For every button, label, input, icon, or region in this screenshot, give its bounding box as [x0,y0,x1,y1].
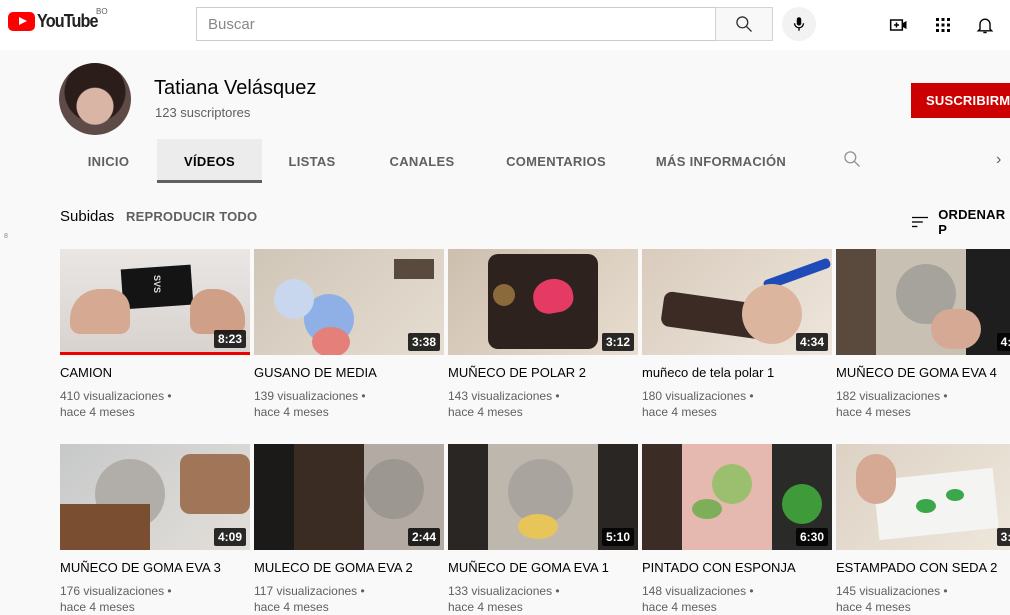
video-thumbnail[interactable]: 4:1 [836,249,1010,355]
video-duration: 3:2 [996,528,1010,546]
shelf-title: Subidas [60,208,115,225]
video-views: 148 visualizaciones • [642,584,754,598]
video-item[interactable]: 3:38 GUSANO DE MEDIA 139 visualizaciones… [254,249,444,420]
video-views: 176 visualizaciones • [60,584,172,598]
youtube-logo[interactable]: YouTube [8,11,104,32]
region-code: BO [96,7,108,16]
video-age: hace 4 meses [60,405,135,419]
video-item[interactable]: 4:34 muñeco de tela polar 1 180 visualiz… [642,249,832,420]
video-title[interactable]: muñeco de tela polar 1 [642,365,832,380]
video-item[interactable]: 3:2 ESTAMPADO CON SEDA 2 145 visualizaci… [836,444,1010,615]
channel-header: Tatiana Velásquez 123 suscriptores SUSCR… [0,50,1010,183]
video-title[interactable]: PINTADO CON ESPONJA [642,560,832,575]
sort-icon [912,216,929,228]
video-views: 180 visualizaciones • [642,389,754,403]
video-duration: 4:34 [795,333,828,351]
video-item[interactable]: 2:44 MULECO DE GOMA EVA 2 117 visualizac… [254,444,444,615]
video-views: 143 visualizaciones • [448,389,560,403]
edge-marker: 8 [4,233,8,240]
subscribe-button[interactable]: SUSCRIBIRME [911,83,1010,118]
video-title[interactable]: MUÑECO DE GOMA EVA 3 [60,560,250,575]
create-video-button[interactable] [887,13,911,37]
video-thumbnail[interactable]: 4:34 [642,249,832,355]
video-item[interactable]: 4:1 MUÑECO DE GOMA EVA 4 182 visualizaci… [836,249,1010,420]
microphone-icon [793,17,805,31]
video-item[interactable]: 4:09 MUÑECO DE GOMA EVA 3 176 visualizac… [60,444,250,615]
video-camera-plus-icon [889,19,907,31]
video-duration: 8:23 [213,330,246,348]
voice-search-button[interactable] [782,7,816,41]
tab-canales[interactable]: CANALES [362,139,482,183]
search-placeholder: Buscar [208,15,255,33]
video-title[interactable]: GUSANO DE MEDIA [254,365,444,380]
video-thumbnail[interactable]: 6:30 [642,444,832,550]
subscriber-count: 123 suscriptores [155,105,251,120]
video-title[interactable]: CAMION [60,365,250,380]
sort-button[interactable]: ORDENAR P [912,207,1010,237]
sort-label: ORDENAR P [938,207,1006,237]
notifications-button[interactable] [973,13,997,37]
masthead: YouTube BO Buscar [0,0,1010,50]
bell-icon [976,18,994,34]
video-views: 139 visualizaciones • [254,389,366,403]
video-title[interactable]: MUÑECO DE GOMA EVA 4 [836,365,1010,380]
chevron-right-icon[interactable]: › [996,151,1001,169]
video-duration: 2:44 [407,528,440,546]
tab-videos[interactable]: VÍDEOS [157,139,262,183]
search-icon [736,16,752,32]
tab-mas-informacion[interactable]: MÁS INFORMACIÓN [630,139,812,183]
video-views: 410 visualizaciones • [60,389,172,403]
youtube-play-icon [8,12,35,31]
video-thumbnail[interactable]: SVS 8:23 [60,249,250,355]
video-duration: 6:30 [795,528,828,546]
videos-content: 8 Subidas REPRODUCIR TODO ORDENAR P SVS … [0,183,1010,615]
video-title[interactable]: ESTAMPADO CON SEDA 2 [836,560,1010,575]
apps-button[interactable] [931,13,955,37]
search-button[interactable] [715,7,773,41]
channel-search-icon[interactable] [842,149,862,169]
video-age: hace 4 meses [448,405,523,419]
video-thumbnail[interactable]: 5:10 [448,444,638,550]
video-duration: 3:38 [407,333,440,351]
video-age: hace 4 meses [642,405,717,419]
video-thumbnail[interactable]: 2:44 [254,444,444,550]
video-duration: 4:1 [996,333,1010,351]
channel-tabs: INICIO VÍDEOS LISTAS CANALES COMENTARIOS… [0,139,1010,183]
video-views: 145 visualizaciones • [836,584,948,598]
video-title[interactable]: MUÑECO DE GOMA EVA 1 [448,560,638,575]
video-item[interactable]: 3:12 MUÑECO DE POLAR 2 143 visualizacion… [448,249,638,420]
video-thumbnail[interactable]: 3:38 [254,249,444,355]
video-views: 133 visualizaciones • [448,584,560,598]
video-item[interactable]: 6:30 PINTADO CON ESPONJA 148 visualizaci… [642,444,832,615]
video-age: hace 4 meses [836,405,911,419]
logo-text: YouTube [37,11,98,31]
video-title[interactable]: MUÑECO DE POLAR 2 [448,365,638,380]
video-age: hace 4 meses [254,405,329,419]
tab-comentarios[interactable]: COMENTARIOS [482,139,630,183]
tab-inicio[interactable]: INICIO [60,139,157,183]
video-item[interactable]: 5:10 MUÑECO DE GOMA EVA 1 133 visualizac… [448,444,638,615]
video-item[interactable]: SVS 8:23 CAMION 410 visualizaciones • ha… [60,249,250,420]
video-title[interactable]: MULECO DE GOMA EVA 2 [254,560,444,575]
video-duration: 3:12 [601,333,634,351]
search-input[interactable]: Buscar [196,7,715,41]
apps-grid-icon [936,18,950,32]
video-thumbnail[interactable]: 3:2 [836,444,1010,550]
watch-progress-bar [60,352,250,355]
play-all-button[interactable]: REPRODUCIR TODO [126,209,257,224]
video-duration: 4:09 [213,528,246,546]
video-duration: 5:10 [601,528,634,546]
channel-avatar[interactable] [59,63,131,135]
tab-listas[interactable]: LISTAS [262,139,362,183]
video-thumbnail[interactable]: 3:12 [448,249,638,355]
video-views: 182 visualizaciones • [836,389,948,403]
video-views: 117 visualizaciones • [254,584,365,598]
video-thumbnail[interactable]: 4:09 [60,444,250,550]
channel-name: Tatiana Velásquez [154,77,317,99]
